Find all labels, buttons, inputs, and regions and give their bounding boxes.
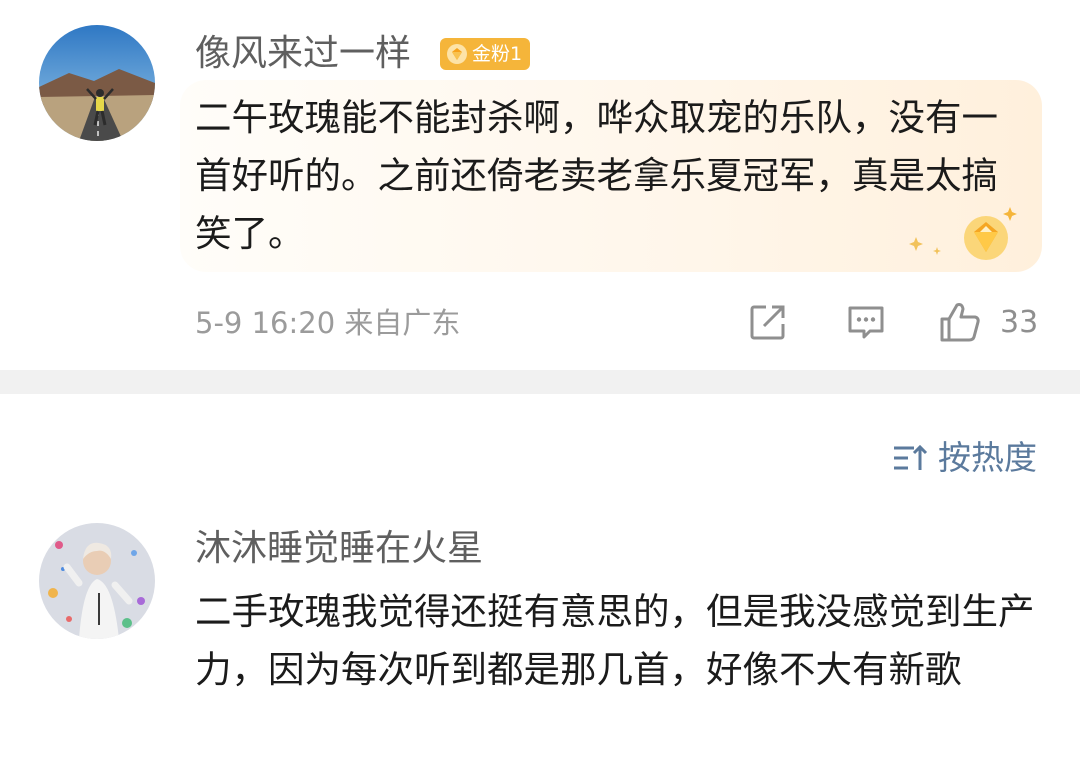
username[interactable]: 像风来过一样 (195, 32, 411, 76)
avatar-image-stage (39, 523, 155, 639)
avatar-image-road (39, 25, 155, 141)
sort-icon (894, 444, 928, 470)
avatar[interactable] (39, 25, 155, 141)
comment-meta: 5-9 16:20 来自广东 (195, 306, 461, 340)
sort-button[interactable]: 按热度 (892, 436, 1037, 480)
fan-badge[interactable]: 金粉1 (440, 38, 531, 70)
like-count: 33 (1000, 305, 1039, 340)
comment-icon[interactable] (846, 302, 886, 342)
comment-text: 二午玫瑰能不能封杀啊，哗众取宠的乐队，没有一首好听的。之前还倚老卖老拿乐夏冠军，… (195, 96, 998, 255)
thumbs-up-icon[interactable] (938, 300, 982, 344)
sort-label: 按热度 (938, 438, 1037, 477)
gem-badge-icon (447, 44, 467, 64)
share-icon[interactable] (748, 302, 788, 342)
avatar[interactable] (39, 523, 155, 639)
username[interactable]: 沐沐睡觉睡在火星 (195, 527, 483, 571)
section-divider (0, 370, 1080, 394)
badge-label: 金粉1 (472, 43, 523, 65)
comment-text: 二手玫瑰我觉得还挺有意思的，但是我没感觉到生产力，因为每次听到都是那几首，好像不… (195, 590, 1035, 691)
